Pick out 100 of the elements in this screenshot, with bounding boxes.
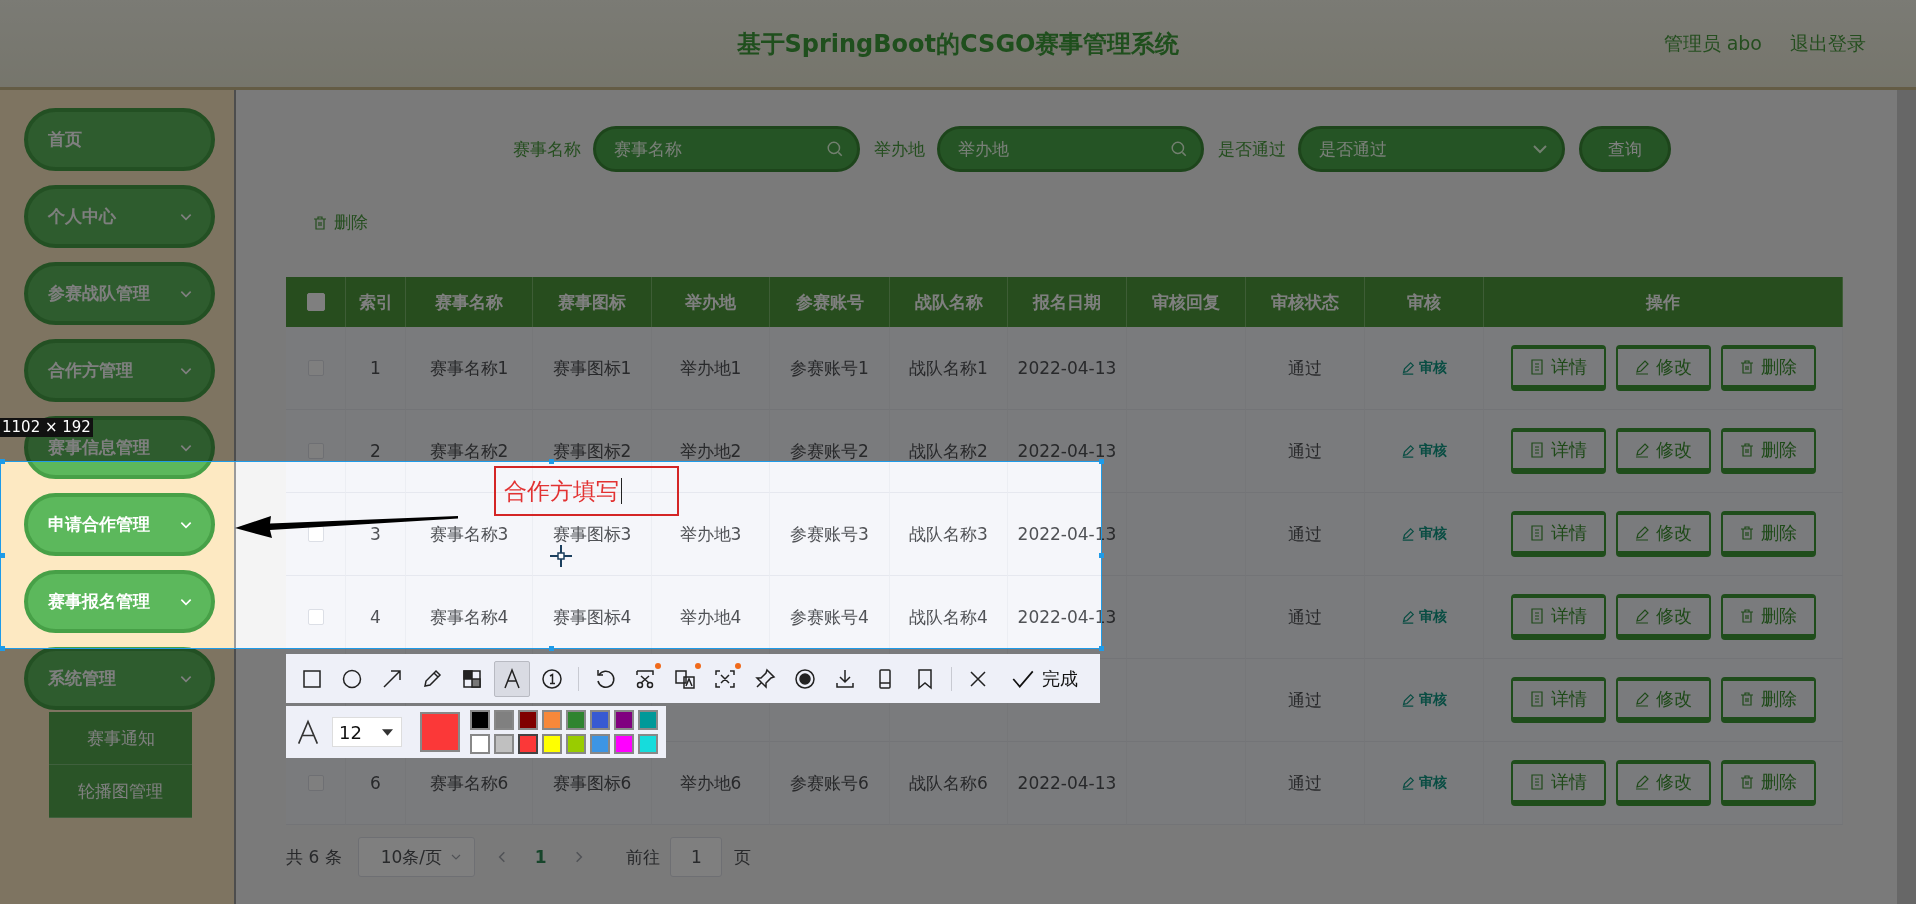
action-button[interactable]: 详情 xyxy=(1510,760,1606,806)
action-button[interactable]: 详情 xyxy=(1510,428,1606,474)
table-cell: 举办地2 xyxy=(652,410,770,493)
query-button[interactable]: 查询 xyxy=(1578,126,1671,172)
color-swatch[interactable] xyxy=(590,734,610,754)
document-icon xyxy=(1529,359,1545,375)
delete-button[interactable]: 删除 xyxy=(312,207,368,238)
pencil-icon xyxy=(1634,608,1650,624)
pencil-icon xyxy=(1634,442,1650,458)
color-swatch[interactable] xyxy=(542,710,562,730)
action-button[interactable]: 详情 xyxy=(1510,511,1606,557)
pencil-icon xyxy=(1401,361,1415,375)
logout-link[interactable]: 退出登录 xyxy=(1790,30,1866,57)
resize-handle[interactable] xyxy=(0,646,5,651)
color-swatch[interactable] xyxy=(566,734,586,754)
color-swatch[interactable] xyxy=(470,710,490,730)
page-number[interactable]: 1 xyxy=(528,847,553,867)
table-cell: 战队名称6 xyxy=(890,742,1008,825)
search-field[interactable]: 举办地 xyxy=(936,126,1204,172)
trash-icon xyxy=(1739,442,1755,458)
color-swatch[interactable] xyxy=(518,734,538,754)
column-header: 举办地 xyxy=(652,277,770,327)
action-button[interactable]: 修改 xyxy=(1615,511,1711,557)
menu-item[interactable]: 首页 xyxy=(24,108,215,171)
resize-handle[interactable] xyxy=(0,553,5,558)
table-cell: 战队名称2 xyxy=(890,410,1008,493)
action-button[interactable]: 详情 xyxy=(1510,677,1606,723)
action-button[interactable]: 删除 xyxy=(1720,345,1816,391)
table-cell: 2022-04-13 xyxy=(1008,327,1127,410)
action-button[interactable]: 删除 xyxy=(1720,594,1816,640)
action-button[interactable]: 修改 xyxy=(1615,760,1711,806)
pencil-icon xyxy=(1401,693,1415,707)
text-tool[interactable] xyxy=(494,660,530,697)
submenu-item[interactable]: 轮播图管理 xyxy=(49,765,192,818)
color-swatch[interactable] xyxy=(542,734,562,754)
document-icon xyxy=(1529,774,1545,790)
row-checkbox[interactable] xyxy=(307,609,324,625)
column-header: 审核状态 xyxy=(1246,277,1365,327)
resize-handle[interactable] xyxy=(549,646,554,651)
review-link[interactable]: 审核 xyxy=(1401,691,1447,709)
table-cell: 赛事名称1 xyxy=(406,327,533,410)
action-button[interactable]: 删除 xyxy=(1720,428,1816,474)
page-size-select[interactable]: 10条/页 xyxy=(357,837,475,877)
column-header: 赛事名称 xyxy=(406,277,533,327)
select-field[interactable]: 是否通过 xyxy=(1297,126,1565,172)
color-swatch[interactable] xyxy=(494,734,514,754)
color-swatch[interactable] xyxy=(638,734,658,754)
review-link[interactable]: 审核 xyxy=(1401,608,1447,626)
action-button[interactable]: 详情 xyxy=(1510,594,1606,640)
select-all-checkbox[interactable] xyxy=(306,293,325,311)
trash-icon xyxy=(1739,774,1755,790)
pencil-icon xyxy=(1634,359,1650,375)
menu-item[interactable]: 申请合作管理 xyxy=(24,493,215,556)
done-button[interactable]: 完成 xyxy=(1006,661,1082,696)
color-swatch[interactable] xyxy=(638,710,658,730)
table-cell: 参赛账号6 xyxy=(770,742,890,825)
trash-icon xyxy=(1739,359,1755,375)
submenu-item[interactable]: 赛事通知 xyxy=(49,712,192,765)
color-swatch[interactable] xyxy=(590,710,610,730)
resize-handle[interactable] xyxy=(1099,646,1104,651)
action-button[interactable]: 修改 xyxy=(1615,594,1711,640)
search-icon xyxy=(825,140,844,158)
menu-item[interactable]: 参赛战队管理 xyxy=(24,262,215,325)
menu-item[interactable]: 个人中心 xyxy=(24,185,215,248)
action-button[interactable]: 删除 xyxy=(1720,511,1816,557)
action-button[interactable]: 修改 xyxy=(1615,428,1711,474)
color-swatch[interactable] xyxy=(470,734,490,754)
action-button[interactable]: 修改 xyxy=(1615,677,1711,723)
color-swatch[interactable] xyxy=(518,710,538,730)
color-swatch[interactable] xyxy=(614,734,634,754)
action-button[interactable]: 删除 xyxy=(1720,677,1816,723)
color-swatch[interactable] xyxy=(566,710,586,730)
size-label: 1102 × 192 xyxy=(0,418,93,437)
page-input[interactable]: 1 xyxy=(670,837,723,877)
pencil-icon xyxy=(1401,776,1415,790)
resize-handle[interactable] xyxy=(549,459,554,464)
review-link[interactable]: 审核 xyxy=(1401,525,1447,543)
action-button[interactable]: 详情 xyxy=(1510,345,1606,391)
resize-handle[interactable] xyxy=(1099,459,1104,464)
menu-item[interactable]: 合作方管理 xyxy=(24,339,215,402)
table-cell: 战队名称1 xyxy=(890,327,1008,410)
current-color-swatch[interactable] xyxy=(420,712,460,752)
review-link[interactable]: 审核 xyxy=(1401,442,1447,460)
document-icon xyxy=(1529,442,1545,458)
action-button[interactable]: 修改 xyxy=(1615,345,1711,391)
resize-handle[interactable] xyxy=(1099,553,1104,558)
resize-handle[interactable] xyxy=(0,459,5,464)
color-swatch[interactable] xyxy=(494,710,514,730)
review-link[interactable]: 审核 xyxy=(1401,774,1447,792)
user-name: 管理员 abo xyxy=(1663,30,1762,56)
search-field[interactable]: 赛事名称 xyxy=(592,126,860,172)
table-cell: 2022-04-13 xyxy=(1008,742,1127,825)
color-swatch[interactable] xyxy=(614,710,634,730)
scrollbar[interactable] xyxy=(1897,90,1916,904)
review-link[interactable]: 审核 xyxy=(1401,359,1447,377)
menu-item[interactable]: 赛事报名管理 xyxy=(24,570,215,633)
font-size-select[interactable]: 12 xyxy=(332,717,402,747)
menu-item[interactable]: 系统管理 xyxy=(24,647,215,710)
search-icon xyxy=(1169,140,1188,158)
action-button[interactable]: 删除 xyxy=(1720,760,1816,806)
